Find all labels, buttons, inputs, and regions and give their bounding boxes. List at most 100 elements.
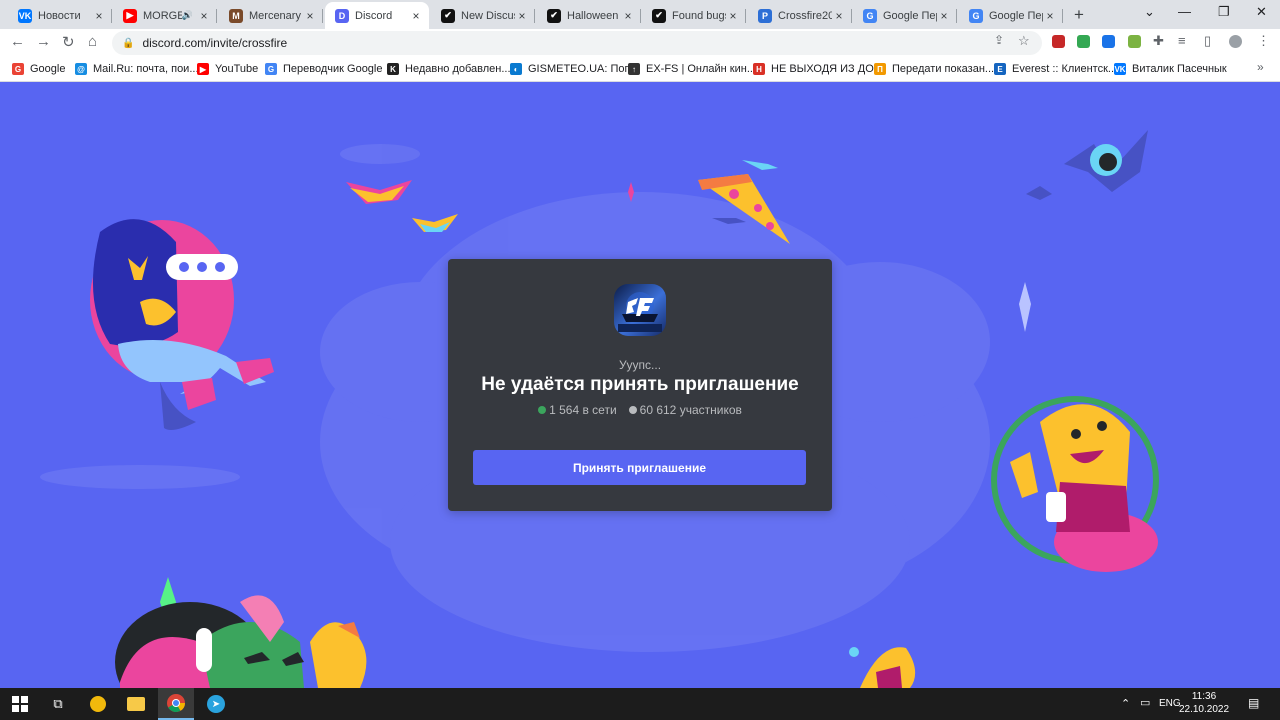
discord-icon: D	[335, 8, 349, 23]
tray-chevron-icon[interactable]: ⌃	[1121, 697, 1130, 710]
bookmark-item[interactable]: @ Mail.Ru: почта, пои...	[75, 62, 199, 76]
close-tab-icon[interactable]: ×	[515, 9, 529, 23]
ublock-icon[interactable]	[1052, 35, 1065, 48]
windows-taskbar: ⧉ ➤ ⌃ ▭ ENG 11:36 22.10.2022 ▤	[0, 688, 1280, 720]
server-stats: 1 564 в сети 60 612 участников	[448, 403, 832, 417]
shield-extension-icon[interactable]	[1077, 35, 1090, 48]
close-tab-icon[interactable]: ×	[1043, 9, 1057, 23]
p-icon: P	[758, 8, 772, 23]
close-tab-icon[interactable]: ×	[409, 9, 423, 23]
tab-separator	[745, 9, 746, 23]
vk-icon: VK	[1114, 63, 1126, 75]
notifications-icon[interactable]: ▤	[1248, 696, 1259, 710]
close-tab-icon[interactable]: ×	[832, 9, 846, 23]
bookmark-item[interactable]: E Everest :: Клиентск...	[994, 62, 1117, 76]
minimize-icon[interactable]: —	[1178, 4, 1191, 19]
url-text[interactable]: discord.com/invite/crossfire	[142, 36, 287, 50]
chrome-icon[interactable]	[158, 688, 194, 720]
browser-tab[interactable]: VK Новости ×	[8, 2, 112, 29]
close-tab-icon[interactable]: ×	[92, 9, 106, 23]
close-window-icon[interactable]: ✕	[1256, 4, 1267, 20]
bookmark-label: GISMETEO.UA: Пог...	[528, 63, 637, 75]
accept-invite-button[interactable]: Принять приглашение	[473, 450, 806, 485]
close-tab-icon[interactable]: ×	[621, 9, 635, 23]
reload-icon[interactable]: ↻	[62, 33, 75, 51]
mailru-icon: @	[75, 63, 87, 75]
restore-icon[interactable]: ❐	[1218, 4, 1230, 20]
bookmark-label: НЕ ВЫХОДЯ ИЗ ДО...	[771, 63, 883, 75]
browser-tab[interactable]: ✔ Halloween C×	[537, 2, 641, 29]
extensions-puzzle-icon[interactable]: ✚	[1153, 33, 1164, 49]
tab-search-icon[interactable]: ⌄	[1144, 4, 1155, 20]
close-tab-icon[interactable]: ×	[726, 9, 740, 23]
members-count: 60 612 участников	[628, 403, 742, 417]
everest-icon: E	[994, 63, 1006, 75]
bookmark-item[interactable]: K Недавно добавлен...	[387, 62, 511, 76]
bookmark-label: YouTube	[215, 63, 259, 75]
share-icon[interactable]: ⇪	[994, 33, 1004, 47]
forward-icon[interactable]: →	[36, 33, 51, 50]
telegram-icon[interactable]: ➤	[204, 688, 228, 720]
windows-start-icon[interactable]	[8, 688, 32, 720]
vpn-extension-icon[interactable]	[1102, 35, 1115, 48]
discord-invite-page: Ууупс... Не удаётся принять приглашение …	[0, 82, 1280, 688]
file-explorer-icon[interactable]	[124, 688, 148, 720]
sparkle-icon	[1019, 282, 1031, 332]
address-bar[interactable]: 🔒 discord.com/invite/crossfire	[112, 31, 1042, 55]
bookmark-item[interactable]: ◐ GISMETEO.UA: Пог...	[510, 62, 636, 76]
browser-tab[interactable]: G Google Пере×	[853, 2, 957, 29]
tab-title: Discord	[355, 9, 393, 22]
media-control-icon[interactable]: ≡	[1178, 33, 1186, 48]
close-tab-icon[interactable]: ×	[303, 9, 317, 23]
bookmark-orange-icon: П	[874, 63, 886, 75]
task-view-icon[interactable]: ⧉	[46, 688, 70, 720]
browser-tab[interactable]: D Discord ×	[325, 2, 429, 29]
back-icon[interactable]: ←	[10, 33, 25, 50]
tab-separator	[851, 9, 852, 23]
clock-time: 11:36	[1191, 691, 1217, 702]
bookmark-red-icon: Н	[753, 63, 765, 75]
bookmarks-overflow-icon[interactable]: »	[1257, 60, 1264, 74]
tab-separator	[111, 9, 112, 23]
google-icon: G	[12, 63, 24, 75]
bookmark-label: Google	[30, 63, 66, 75]
tab-separator	[216, 9, 217, 23]
browser-tab[interactable]: P Crossfire202×	[748, 2, 852, 29]
google-translate-icon: G	[265, 63, 277, 75]
bookmark-item[interactable]: G Google	[12, 62, 65, 76]
bookmark-item[interactable]: ↑ EX-FS | Онлайн кин...	[628, 62, 756, 76]
bookmark-item[interactable]: ▶ YouTube	[197, 62, 258, 76]
browser-tab[interactable]: ✔ New Discuss×	[431, 2, 535, 29]
members-dot-icon	[628, 405, 637, 414]
network-icon[interactable]: ▭	[1140, 696, 1150, 709]
browser-toolbar: ← → ↻ ⌂ 🔒 discord.com/invite/crossfire ⇪…	[0, 29, 1280, 57]
close-tab-icon[interactable]: ×	[197, 9, 211, 23]
home-icon[interactable]: ⌂	[88, 33, 97, 50]
tab-title: Google Пере	[989, 9, 1043, 22]
bookmark-label: Переводчик Google	[283, 63, 383, 75]
browser-tab[interactable]: G Google Пере×	[959, 2, 1063, 29]
taskbar-clock[interactable]: 11:36 22.10.2022	[1174, 690, 1234, 716]
clock-date: 22.10.2022	[1178, 704, 1230, 715]
bookmark-star-icon[interactable]: ☆	[1018, 33, 1030, 49]
browser-tab[interactable]: ✔ Found bugs ×	[642, 2, 746, 29]
invite-card: Ууупс... Не удаётся принять приглашение …	[448, 259, 832, 511]
menu-kebab-icon[interactable]: ⋮	[1257, 33, 1270, 49]
browser-tab[interactable]: M Mercenary P×	[219, 2, 323, 29]
close-tab-icon[interactable]: ×	[937, 9, 951, 23]
members-text: 60 612 участников	[639, 403, 742, 417]
epic-icon: ✔	[441, 8, 455, 23]
audio-playing-icon[interactable]: 🔊	[182, 10, 193, 21]
app-yellow-icon[interactable]	[86, 688, 110, 720]
browser-tab[interactable]: ▶ MORGEN🔊 ×	[113, 2, 217, 29]
bookmark-item[interactable]: П Передати показан...	[874, 62, 994, 76]
k-icon: K	[387, 63, 399, 75]
profile-avatar-icon[interactable]	[1229, 35, 1242, 48]
bookmark-item[interactable]: G Переводчик Google	[265, 62, 383, 76]
bookmark-item[interactable]: Н НЕ ВЫХОДЯ ИЗ ДО...	[753, 62, 883, 76]
online-count: 1 564 в сети	[538, 403, 617, 417]
bookmark-item[interactable]: VK Виталик Пасечнык	[1114, 62, 1227, 76]
new-tab-icon[interactable]: +	[1074, 5, 1084, 25]
side-panel-icon[interactable]: ▯	[1204, 33, 1211, 49]
download-extension-icon[interactable]	[1128, 35, 1141, 48]
